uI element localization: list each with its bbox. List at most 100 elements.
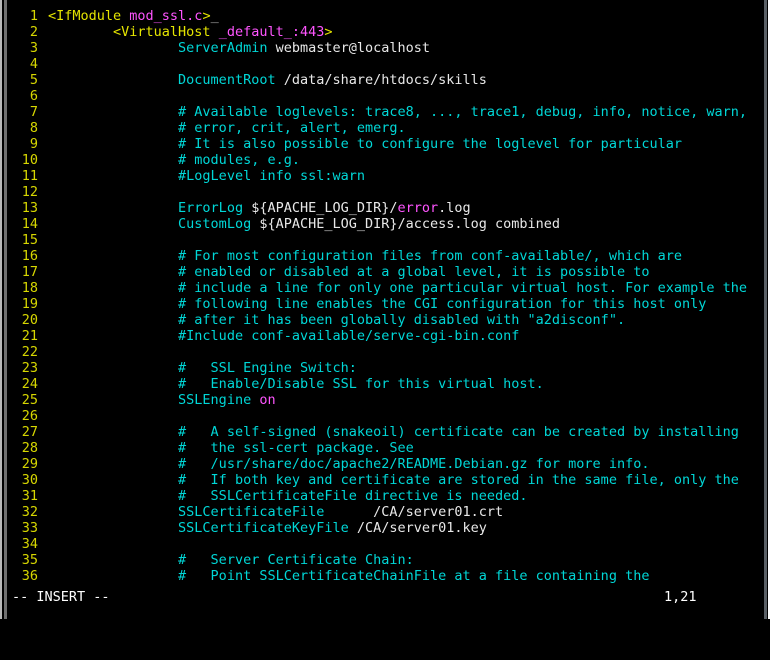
code-token-comment: # SSL Engine Switch: xyxy=(178,360,357,376)
line-content: # SSL Engine Switch: xyxy=(38,360,357,376)
line-number: 8 xyxy=(29,120,38,136)
line-number: 31 xyxy=(21,488,38,504)
code-token-comment: # after it has been globally disabled wi… xyxy=(178,312,626,328)
editor-line[interactable]: 26 xyxy=(12,408,764,424)
line-number: 26 xyxy=(21,408,38,424)
line-content: # enabled or disabled at a global level,… xyxy=(38,264,649,280)
editor-line[interactable]: 16 # For most configuration files from c… xyxy=(12,248,764,264)
editor-line[interactable]: 33 SSLCertificateKeyFile /CA/server01.ke… xyxy=(12,520,764,536)
editor-line[interactable]: 4 xyxy=(12,56,764,72)
editor-line[interactable]: 17 # enabled or disabled at a global lev… xyxy=(12,264,764,280)
editor-line[interactable]: 15 xyxy=(12,232,764,248)
editor-line[interactable]: 36 # Point SSLCertificateChainFile at a … xyxy=(12,568,764,584)
line-content: # Point SSLCertificateChainFile at a fil… xyxy=(38,568,649,584)
editor-line[interactable]: 13 ErrorLog ${APACHE_LOG_DIR}/error.log xyxy=(12,200,764,216)
line-content: # following line enables the CGI configu… xyxy=(38,296,706,312)
line-content: SSLCertificateFile /CA/server01.crt xyxy=(38,504,503,520)
line-content: ServerAdmin webmaster@localhost xyxy=(38,40,430,56)
editor-line[interactable]: 14 CustomLog ${APACHE_LOG_DIR}/access.lo… xyxy=(12,216,764,232)
code-token-dir: DocumentRoot xyxy=(178,72,276,88)
editor-line[interactable]: 19 # following line enables the CGI conf… xyxy=(12,296,764,312)
code-token-dir: ErrorLog xyxy=(178,200,244,216)
vim-mode-indicator: -- INSERT -- xyxy=(12,589,110,605)
editor-line[interactable]: 32 SSLCertificateFile /CA/server01.crt xyxy=(12,504,764,520)
code-token-comment: # Available loglevels: trace8, ..., trac… xyxy=(178,104,747,120)
line-number: 1 xyxy=(29,8,38,24)
line-content: # Enable/Disable SSL for this virtual ho… xyxy=(38,376,544,392)
editor-line[interactable]: 20 # after it has been globally disabled… xyxy=(12,312,764,328)
editor-line[interactable]: 6 xyxy=(12,88,764,104)
line-number: 12 xyxy=(21,184,38,200)
editor-line[interactable]: 31 # SSLCertificateFile directive is nee… xyxy=(12,488,764,504)
editor-line[interactable]: 5 DocumentRoot /data/share/htdocs/skills xyxy=(12,72,764,88)
editor-line[interactable]: 8 # error, crit, alert, emerg. xyxy=(12,120,764,136)
editor-line[interactable]: 10 # modules, e.g. xyxy=(12,152,764,168)
line-content: # /usr/share/doc/apache2/README.Debian.g… xyxy=(38,456,649,472)
editor-line[interactable]: 24 # Enable/Disable SSL for this virtual… xyxy=(12,376,764,392)
line-number: 11 xyxy=(21,168,38,184)
left-scrollbar-edge xyxy=(0,0,2,619)
editor-line[interactable]: 18 # include a line for only one particu… xyxy=(12,280,764,296)
line-number: 35 xyxy=(21,552,38,568)
editor-line[interactable]: 34 xyxy=(12,536,764,552)
editor-line[interactable]: 22 xyxy=(12,344,764,360)
terminal-window[interactable]: 1 <IfModule mod_ssl.c>_ 2 <VirtualHost _de… xyxy=(0,0,770,619)
line-number: 7 xyxy=(29,104,38,120)
line-number: 14 xyxy=(21,216,38,232)
line-number: 16 xyxy=(21,248,38,264)
code-token-comment: # include a line for only one particular… xyxy=(178,280,747,296)
code-token-dir: ServerAdmin xyxy=(178,40,268,56)
line-number: 13 xyxy=(21,200,38,216)
editor-line[interactable]: 12 xyxy=(12,184,764,200)
editor-line[interactable]: 7 # Available loglevels: trace8, ..., tr… xyxy=(12,104,764,120)
code-token-plain: ${APACHE_LOG_DIR}/ xyxy=(243,200,398,216)
code-token-dir: SSLCertificateKeyFile xyxy=(178,520,349,536)
editor-line[interactable]: 25 SSLEngine on xyxy=(12,392,764,408)
code-token-comment: #Include conf-available/serve-cgi-bin.co… xyxy=(178,328,520,344)
code-token-dir: CustomLog xyxy=(178,216,252,232)
line-number: 28 xyxy=(21,440,38,456)
editor-line[interactable]: 29 # /usr/share/doc/apache2/README.Debia… xyxy=(12,456,764,472)
editor-line[interactable]: 27 # A self-signed (snakeoil) certificat… xyxy=(12,424,764,440)
left-scrollbar-thumb[interactable] xyxy=(4,0,7,619)
code-token-plain: webmaster@localhost xyxy=(267,40,431,56)
editor-line[interactable]: 9 # It is also possible to configure the… xyxy=(12,136,764,152)
editor-line[interactable]: 2 <VirtualHost _default_:443> xyxy=(12,24,764,40)
code-token-plain: /data/share/htdocs/skills xyxy=(275,72,487,88)
line-number: 22 xyxy=(21,344,38,360)
line-content xyxy=(38,408,48,424)
line-content: # error, crit, alert, emerg. xyxy=(38,120,406,136)
editor-text-area[interactable]: 1 <IfModule mod_ssl.c>_ 2 <VirtualHost _de… xyxy=(12,8,764,586)
editor-line[interactable]: 21 #Include conf-available/serve-cgi-bin… xyxy=(12,328,764,344)
editor-line[interactable]: 28 # the ssl-cert package. See xyxy=(12,440,764,456)
line-number: 20 xyxy=(21,312,38,328)
left-scrollbar[interactable] xyxy=(0,0,12,619)
editor-line[interactable]: 11 #LogLevel info ssl:warn xyxy=(12,168,764,184)
right-scrollbar-thumb[interactable] xyxy=(764,0,767,619)
line-number: 25 xyxy=(21,392,38,408)
editor-line[interactable]: 1 <IfModule mod_ssl.c>_ xyxy=(12,8,764,24)
line-content: # modules, e.g. xyxy=(38,152,300,168)
line-number: 4 xyxy=(29,56,38,72)
line-number: 21 xyxy=(21,328,38,344)
code-token-comment: # For most configuration files from conf… xyxy=(178,248,682,264)
editor-line[interactable]: 23 # SSL Engine Switch: xyxy=(12,360,764,376)
text-cursor: _ xyxy=(210,8,219,24)
editor-line[interactable]: 35 # Server Certificate Chain: xyxy=(12,552,764,568)
editor-line[interactable]: 30 # If both key and certificate are sto… xyxy=(12,472,764,488)
line-content: SSLCertificateKeyFile /CA/server01.key xyxy=(38,520,487,536)
editor-line[interactable]: 3 ServerAdmin webmaster@localhost xyxy=(12,40,764,56)
code-token-comment: #LogLevel info ssl:warn xyxy=(178,168,365,184)
code-token-val: on xyxy=(259,392,276,408)
line-number: 32 xyxy=(21,504,38,520)
line-content: <VirtualHost _default_:443> xyxy=(38,24,332,40)
